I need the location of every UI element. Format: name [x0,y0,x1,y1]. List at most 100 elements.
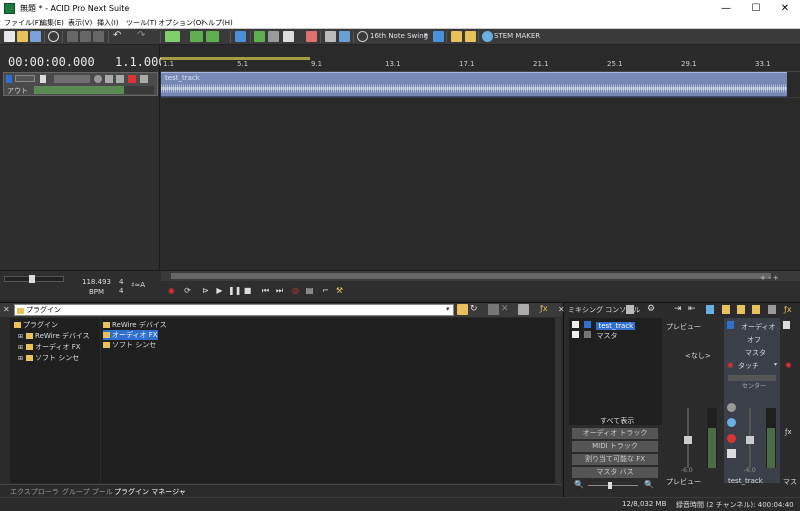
help-icon[interactable] [465,31,476,42]
automation-icon[interactable]: ✺ [727,361,734,370]
swing-settings-icon[interactable] [433,31,444,42]
track-fader[interactable] [746,436,754,444]
go-to-start-icon[interactable]: ⏮ [260,285,271,296]
speaker-icon[interactable] [727,449,736,458]
audio-track-button[interactable]: オーディオ トラック [572,428,658,439]
swing-icon[interactable] [357,31,368,42]
horizontal-scrollbar[interactable] [161,271,800,281]
list-item[interactable]: ソフト シンセ [103,340,156,350]
expand-icon[interactable]: ⊞ [18,355,23,362]
tab-plugin-manager[interactable]: プラグイン マネージャ [114,487,186,497]
volume-slider[interactable] [15,75,35,82]
mixer-track-item[interactable]: test_track [572,321,636,330]
mixer-view-icon[interactable] [626,305,634,314]
midi-track-button[interactable]: MIDI トラック [572,441,658,452]
stem-maker-button[interactable]: STEM MAKER [494,32,540,40]
view-icon[interactable] [518,304,529,315]
fx-icon[interactable]: ƒx [540,304,551,315]
wide-icon[interactable]: ⇤ [688,304,696,314]
fx-icon[interactable]: ƒx [784,305,792,314]
marker-icon[interactable]: ▤ [304,285,315,296]
maximize-button[interactable]: ☐ [741,0,771,17]
insert-fx-icon[interactable] [722,305,730,314]
zoom-buttons[interactable]: + - + [760,274,790,282]
tree-item-plugins[interactable]: プラグイン [14,320,58,330]
chevron-down-icon[interactable]: ▾ [774,361,777,368]
marker-snap-icon[interactable] [206,31,219,42]
automation-icon[interactable]: ✺ [785,361,792,370]
tab-explorer[interactable]: エクスプローラ [10,487,59,497]
bpm-value[interactable]: 118.493 [82,278,111,286]
paste-icon[interactable] [93,31,104,42]
gear-icon[interactable]: ⚙ [647,304,655,314]
track-name-field[interactable] [54,75,90,83]
address-input[interactable]: プラグイン [14,304,454,316]
mixer-zoom-slider[interactable] [588,482,638,489]
vertical-scrollbar[interactable] [555,318,561,483]
minimize-button[interactable]: — [711,0,741,17]
strip-mode[interactable]: タッチ [738,361,759,371]
slider-knob[interactable] [608,482,612,489]
save-icon[interactable] [30,31,41,42]
metronome-icon[interactable]: ◎ [290,285,301,296]
zoom-slider-knob[interactable] [29,275,35,283]
menu-tools[interactable]: ツール(T) [126,18,157,28]
mute-icon[interactable] [105,75,113,83]
redo-icon[interactable]: ↷ [137,31,148,42]
insert-assignable-icon[interactable] [768,305,776,314]
copy-icon[interactable] [80,31,91,42]
record-arm-icon[interactable] [94,75,102,83]
play-from-start-icon[interactable]: ⊳ [200,285,211,296]
close-button[interactable]: ✕ [770,0,800,17]
expand-icon[interactable]: ⊞ [18,344,23,351]
record-arm-icon[interactable] [727,434,736,443]
time-signature-top[interactable]: 4 [119,278,123,286]
insert-master-icon[interactable] [752,305,760,314]
list-item-selected[interactable]: オーディオ FX [103,330,158,340]
menu-help[interactable]: ヘルプ(H) [201,18,233,28]
menu-view[interactable]: 表示(V) [68,18,92,28]
pause-icon[interactable]: ❚❚ [228,285,241,296]
grid-snap-icon[interactable] [190,31,203,42]
scrollbar-thumb[interactable] [171,273,771,279]
close-dock-icon[interactable]: ✕ [3,305,11,315]
stop-icon[interactable]: ■ [242,285,253,296]
chevron-down-icon[interactable]: ▾ [446,305,454,315]
narrow-icon[interactable]: ⇥ [674,304,682,314]
zoom-in-icon[interactable]: 🔍 [644,480,654,489]
trim-icon[interactable]: ⌐ [320,285,331,296]
menu-insert[interactable]: 挿入(I) [97,18,119,28]
go-to-end-icon[interactable]: ⏭ [274,285,285,296]
refresh-icon[interactable] [48,31,59,42]
tree-item-rewire[interactable]: ⊞ ReWire デバイス [18,331,90,341]
show-all-label[interactable]: すべて表示 [600,416,634,426]
key-icon[interactable]: ♯≈A [131,281,153,291]
master-bus-button[interactable]: マスタ バス [572,467,658,478]
delete-icon[interactable]: ✕ [501,304,512,315]
mixer-track-item[interactable]: マスタ [572,331,617,341]
add-icon[interactable] [488,304,499,315]
menu-file[interactable]: ファイル(F) [4,18,42,28]
insert-softsynth-icon[interactable] [737,305,745,314]
lock-icon[interactable] [451,31,462,42]
solo-icon[interactable] [116,75,124,83]
beat-ruler[interactable]: 1.1 5.1 9.1 13.1 17.1 21.1 25.1 29.1 33.… [161,60,800,72]
mute-icon[interactable] [727,403,736,412]
paint-tool-icon[interactable] [283,31,294,42]
track-control[interactable]: アウト [3,72,158,96]
envelope-tool-icon[interactable] [325,31,336,42]
draw-tool-icon[interactable] [254,31,265,42]
fx-icon[interactable] [128,75,136,83]
select-tool-icon[interactable] [268,31,279,42]
phase-icon[interactable] [727,418,736,427]
track-fader-knob[interactable] [40,75,46,83]
fx-icon[interactable]: ƒx [785,428,792,436]
new-icon[interactable] [4,31,15,42]
time-signature-bottom[interactable]: 4 [119,287,123,295]
assignable-fx-button[interactable]: 割り当て可能な FX [572,454,658,465]
cut-icon[interactable] [67,31,78,42]
preview-fader[interactable] [684,436,692,444]
zoom-tool-icon[interactable] [339,31,350,42]
refresh-icon[interactable]: ↻ [470,304,481,315]
stem-maker-icon[interactable] [482,31,493,42]
